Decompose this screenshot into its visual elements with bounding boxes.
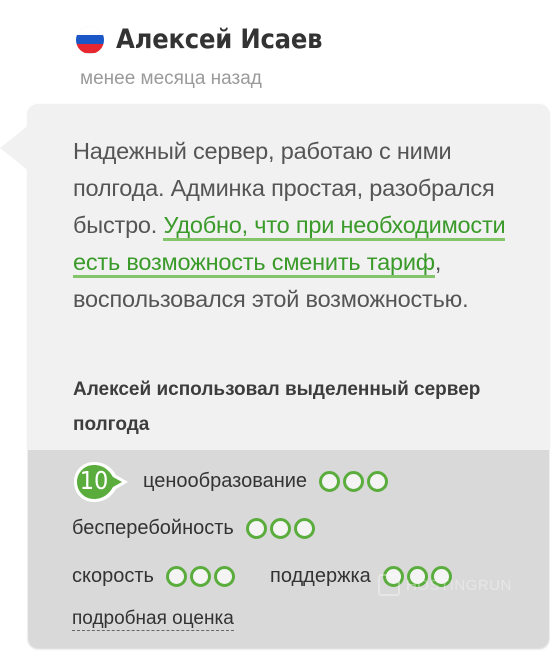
rating-dot	[367, 471, 389, 492]
rating-dot	[189, 566, 211, 587]
rating-dot	[269, 518, 291, 539]
ratings-panel: 10 ценообразование бесперебойность скоро…	[28, 450, 549, 648]
review-text: Надежный сервер, работаю с ними полгода.…	[73, 133, 523, 318]
review-date: менее месяца назад	[80, 68, 262, 89]
rating-label: поддержка	[270, 565, 371, 587]
rating-uptime: бесперебойность	[72, 517, 318, 540]
review-card: Надежный сервер, работаю с ними полгода.…	[28, 104, 549, 648]
rating-dot	[165, 566, 187, 587]
score-value: 10	[79, 466, 109, 495]
watermark-text: HOSTINGRUN	[406, 576, 512, 594]
rating-speed: скорость	[72, 565, 238, 588]
rating-label: ценообразование	[143, 470, 308, 492]
watermark: HOSTINGRUN	[378, 574, 512, 596]
card-pointer	[0, 124, 30, 172]
rating-dots	[165, 566, 238, 587]
rating-dot	[213, 566, 235, 587]
score-badge: 10	[72, 460, 128, 502]
review-page: Алексей Исаев менее месяца назад Надежны…	[0, 0, 557, 656]
russia-flag-icon	[76, 25, 104, 54]
detailed-rating-link[interactable]: подробная оценка	[72, 608, 234, 631]
reviewer-name: Алексей Исаев	[116, 24, 323, 55]
rating-pricing: ценообразование	[143, 470, 391, 493]
rating-dot	[245, 518, 267, 539]
rating-dot	[293, 518, 315, 539]
watermark-logo-icon	[378, 574, 400, 596]
usage-summary: Алексей использовал выделенный сервер по…	[73, 379, 481, 435]
rating-dots	[319, 471, 391, 492]
rating-label: бесперебойность	[72, 517, 234, 539]
rating-label: скорость	[72, 565, 154, 587]
reviewer-header: Алексей Исаев	[76, 24, 322, 55]
rating-dot	[343, 471, 365, 492]
rating-dots	[245, 518, 318, 539]
rating-dot	[319, 471, 341, 492]
